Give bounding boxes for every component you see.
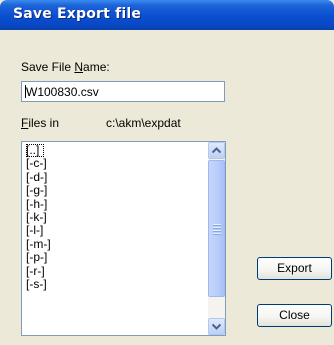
save-file-name-label-suffix: ame:	[83, 60, 110, 74]
files-in-label: Files in	[21, 116, 59, 130]
list-item[interactable]: [-h-]	[26, 197, 208, 211]
file-list[interactable]: [..] [-c-] [-d-] [-g-] [-h-] [-k-] [-l-]…	[21, 141, 226, 336]
save-file-name-input[interactable]: W100830.csv	[21, 81, 225, 102]
scroll-up-button[interactable]	[208, 142, 225, 159]
save-file-name-label-mnemonic: N	[74, 60, 84, 74]
window-title: Save Export file	[13, 6, 142, 22]
list-item[interactable]: [-r-]	[26, 264, 208, 278]
current-directory-path: c:\akm\expdat	[106, 116, 181, 130]
title-bar[interactable]: Save Export file	[0, 0, 334, 30]
list-item[interactable]: [-c-]	[26, 157, 208, 170]
file-list-scrollbar[interactable]	[208, 142, 225, 335]
list-item[interactable]: [-l-]	[26, 224, 208, 237]
list-item[interactable]: [..]	[26, 143, 44, 158]
save-file-name-value: W100830.csv	[26, 85, 99, 99]
files-in-label-suffix: iles in	[28, 116, 60, 130]
chevron-up-icon	[212, 147, 221, 154]
chevron-down-icon	[212, 323, 221, 330]
export-button[interactable]: Export	[257, 257, 332, 280]
list-item[interactable]: [-s-]	[26, 277, 208, 291]
list-item[interactable]: [-k-]	[26, 210, 208, 224]
scroll-grip-icon	[213, 224, 221, 236]
close-button[interactable]: Close	[257, 304, 332, 327]
save-file-name-label: Save File Name:	[21, 60, 110, 74]
list-item[interactable]: [-p-]	[26, 250, 208, 264]
save-file-name-label-prefix: Save File	[21, 60, 75, 74]
list-item[interactable]: [-d-]	[26, 170, 208, 184]
list-item[interactable]: [-m-]	[26, 237, 208, 251]
scroll-down-button[interactable]	[208, 318, 225, 335]
scroll-thumb[interactable]	[208, 160, 225, 297]
list-item[interactable]: [-g-]	[26, 183, 208, 197]
file-list-items: [..] [-c-] [-d-] [-g-] [-h-] [-k-] [-l-]…	[22, 142, 208, 335]
